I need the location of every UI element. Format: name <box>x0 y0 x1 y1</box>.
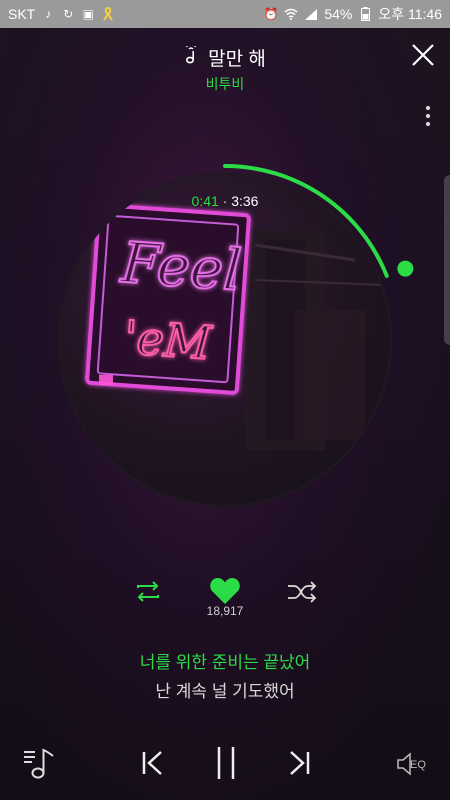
previous-button[interactable] <box>141 750 165 776</box>
total-time: 3:36 <box>231 193 259 209</box>
carrier-label: SKT <box>8 6 36 22</box>
album-art: Feel 'eM <box>58 173 392 507</box>
clock: 오후 11:46 <box>378 6 442 22</box>
sync-icon: ↻ <box>63 7 74 21</box>
time-separator: · <box>222 193 228 209</box>
next-button[interactable] <box>287 750 311 776</box>
music-notification-icon: ♪ <box>45 7 52 21</box>
status-left: SKT ♪ ↻ ▣ <box>8 6 115 22</box>
playlist-icon <box>24 748 54 779</box>
seek-handle[interactable] <box>397 260 414 277</box>
shuffle-button[interactable] <box>286 579 318 605</box>
skip-previous-icon <box>142 751 162 775</box>
eq-label: EQ <box>410 759 426 771</box>
more-vertical-icon <box>426 106 430 126</box>
skip-next-icon <box>290 751 310 775</box>
album-art-area: Feel 'eM <box>55 170 395 510</box>
wifi-icon <box>284 7 298 21</box>
playlist-button[interactable] <box>22 744 56 780</box>
neon-sign-text-top: Feel <box>118 231 243 304</box>
battery-percent: 54% <box>324 6 353 22</box>
playback-bar: EQ <box>0 740 450 790</box>
lyric-current-line[interactable]: 너를 위한 준비는 끝났어 <box>0 648 450 673</box>
pause-button[interactable] <box>213 746 239 780</box>
battery-icon <box>358 7 372 21</box>
like-count: 18,917 <box>206 604 244 618</box>
pause-icon <box>217 747 235 779</box>
close-icon <box>412 44 434 66</box>
ribbon-icon <box>101 7 115 21</box>
more-options-button[interactable] <box>424 104 432 128</box>
time-display: 0:41 · 3:36 <box>0 193 450 209</box>
repeat-icon <box>137 581 159 602</box>
title-row: 말만 해 <box>0 43 450 71</box>
shuffle-icon <box>288 581 317 603</box>
status-right: ⏰ 54% 오후 11:46 <box>264 4 442 24</box>
heart-icon <box>210 578 240 604</box>
artist-name[interactable]: 비투비 <box>0 74 450 94</box>
lyric-next-line[interactable]: 난 계속 널 기도했어 <box>0 677 450 702</box>
music-note-icon <box>184 43 202 70</box>
like-button[interactable] <box>209 577 241 605</box>
repeat-button[interactable] <box>133 579 163 605</box>
player-header: 말만 해 비투비 <box>0 40 450 100</box>
gallery-icon: ▣ <box>82 7 94 21</box>
close-button[interactable] <box>410 42 436 68</box>
signal-icon <box>304 7 318 21</box>
status-bar: SKT ♪ ↻ ▣ ⏰ 54% 오후 11:46 <box>0 0 450 28</box>
equalizer-button[interactable]: EQ <box>396 750 432 778</box>
current-time: 0:41 <box>191 193 219 209</box>
song-title: 말만 해 <box>208 49 266 70</box>
neon-sign-text-bottom: 'eM <box>122 310 214 370</box>
alarm-icon: ⏰ <box>263 7 279 21</box>
